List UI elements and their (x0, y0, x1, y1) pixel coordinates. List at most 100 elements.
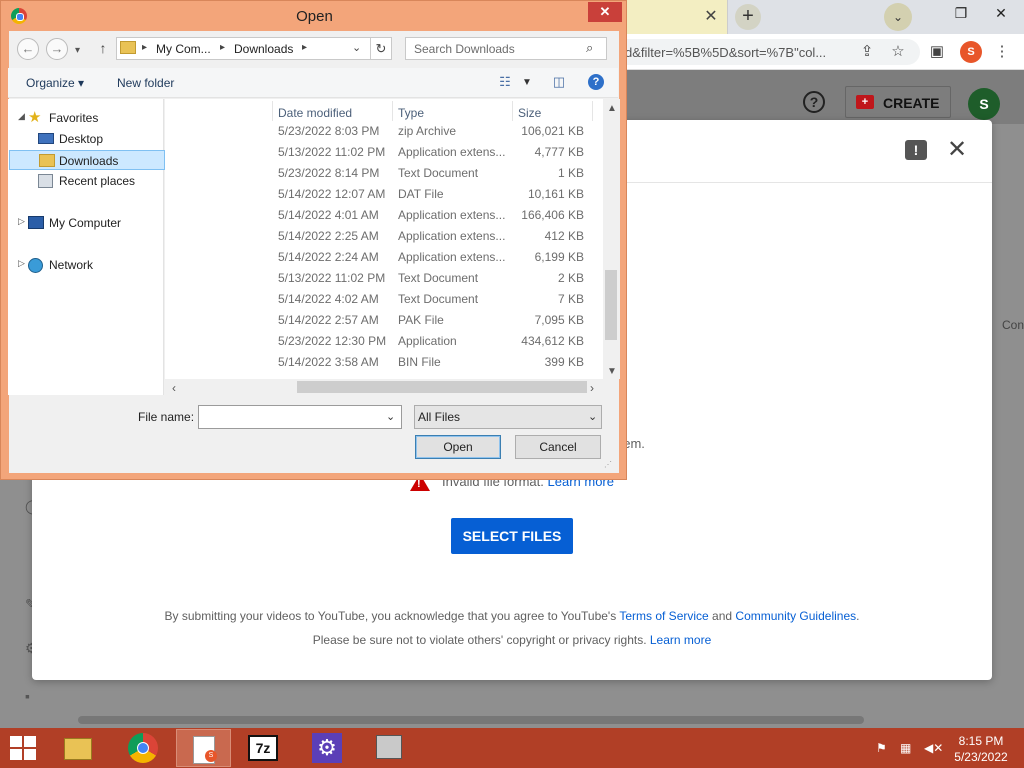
breadcrumb-separator-icon[interactable]: ▸ (220, 42, 225, 53)
channel-avatar[interactable]: S (968, 88, 1000, 120)
file-row[interactable]: 5/14/2022 2:57 AM PAK File 7,095 KB (165, 311, 603, 332)
file-row[interactable]: 5/23/2022 12:30 PM Application 434,612 KB (165, 332, 603, 353)
file-row[interactable]: 5/14/2022 3:58 AM BIN File 714 KB (165, 374, 603, 378)
file-row[interactable]: 5/23/2022 8:14 PM Text Document 1 KB (165, 164, 603, 185)
terms-of-service-link[interactable]: Terms of Service (619, 609, 708, 623)
nav-desktop[interactable]: Desktop (8, 129, 164, 149)
file-name-input[interactable] (198, 405, 402, 429)
address-dropdown-icon[interactable]: ⌄ (352, 41, 361, 54)
column-type[interactable]: Type (398, 106, 424, 120)
new-tab-button[interactable]: + (735, 4, 761, 30)
send-feedback-icon[interactable]: ! (905, 140, 927, 160)
modal-close-icon[interactable]: ✕ (944, 137, 970, 163)
column-divider[interactable] (392, 101, 393, 121)
file-row[interactable]: 5/13/2022 11:02 PM Application extens... 4… (165, 143, 603, 164)
dialog-help-icon[interactable]: ? (588, 74, 604, 90)
close-window-icon[interactable]: ✕ (986, 3, 1016, 23)
tab-search-icon[interactable]: ⌄ (884, 3, 912, 31)
view-options-icon[interactable]: ☷ (496, 74, 514, 90)
taskbar-file-explorer[interactable] (50, 729, 105, 767)
expand-arrow-icon[interactable]: ▷ (18, 258, 25, 269)
taskbar-chrome[interactable] (115, 729, 170, 767)
nav-network[interactable]: ▷ Network (8, 255, 164, 275)
tab-close-icon[interactable]: ✕ (700, 6, 722, 28)
sidebar-feedback-icon[interactable]: ▪ (25, 688, 43, 706)
taskbar-active-document[interactable]: S (176, 729, 231, 767)
preview-pane-icon[interactable]: ◫ (550, 74, 568, 90)
file-row[interactable]: 5/14/2022 12:07 AM DAT File 10,161 KB (165, 185, 603, 206)
column-divider[interactable] (592, 101, 593, 121)
refresh-icon[interactable]: ↻ (370, 38, 391, 59)
file-type-dropdown-icon[interactable]: ⌄ (588, 410, 597, 423)
vertical-scroll-thumb[interactable] (605, 270, 617, 340)
file-type: Application extens... (398, 250, 506, 264)
collapse-arrow-icon[interactable]: ◢ (18, 111, 25, 122)
action-center-flag-icon[interactable]: ⚑ (876, 741, 887, 755)
scroll-right-arrow-icon[interactable]: › (590, 381, 594, 395)
scroll-left-arrow-icon[interactable]: ‹ (172, 381, 176, 395)
file-row[interactable]: 5/14/2022 3:58 AM BIN File 399 KB (165, 353, 603, 374)
restore-window-icon[interactable]: ❐ (946, 3, 976, 23)
file-name-dropdown-icon[interactable]: ⌄ (386, 410, 395, 423)
breadcrumb-separator-icon[interactable]: ▸ (142, 42, 147, 53)
up-arrow-icon[interactable]: ↑ (96, 40, 110, 58)
search-icon[interactable]: ⌕ (586, 40, 593, 56)
profile-avatar[interactable]: S (960, 41, 982, 63)
network-tray-icon[interactable]: ▦ (900, 741, 911, 755)
nav-my-computer[interactable]: ▷ My Computer (8, 213, 164, 233)
scroll-up-arrow-icon[interactable]: ▲ (607, 103, 617, 114)
dialog-close-button[interactable]: ✕ (588, 2, 622, 22)
column-date-modified[interactable]: Date modified (278, 106, 352, 120)
bookmark-star-icon[interactable]: ☆ (887, 41, 909, 63)
file-date-modified: 5/23/2022 8:14 PM (278, 166, 380, 180)
file-row[interactable]: 5/14/2022 4:02 AM Text Document 7 KB (165, 290, 603, 311)
file-row[interactable]: 5/23/2022 8:03 PM zip Archive 106,021 KB (165, 122, 603, 143)
file-row[interactable]: 5/13/2022 11:02 PM Text Document 2 KB (165, 269, 603, 290)
column-size[interactable]: Size (518, 106, 541, 120)
breadcrumb-my-computer[interactable]: My Com... (156, 42, 211, 56)
community-guidelines-link[interactable]: Community Guidelines (735, 609, 856, 623)
nav-downloads[interactable]: Downloads (9, 150, 165, 170)
scroll-down-arrow-icon[interactable]: ▼ (607, 366, 617, 377)
expand-arrow-icon[interactable]: ▷ (18, 216, 25, 227)
open-button[interactable]: Open (415, 435, 501, 459)
breadcrumb-downloads[interactable]: Downloads (234, 42, 293, 56)
page-horizontal-scrollbar[interactable] (78, 716, 864, 724)
column-divider[interactable] (512, 101, 513, 121)
taskbar-7zip[interactable]: 7z (236, 729, 291, 767)
view-dropdown-icon[interactable]: ▼ (518, 77, 536, 93)
organize-menu[interactable]: Organize ▾ (26, 76, 84, 90)
file-row[interactable]: 5/14/2022 4:01 AM Application extens... 16… (165, 206, 603, 227)
back-arrow-icon[interactable]: ← (17, 38, 39, 60)
copyright-learn-more-link[interactable]: Learn more (650, 633, 711, 647)
file-type: BIN File (398, 376, 441, 378)
horizontal-scroll-thumb[interactable] (297, 381, 587, 393)
system-clock[interactable]: 8:15 PM 5/23/2022 (948, 733, 1014, 765)
resize-grip-icon[interactable]: ⋰ (604, 460, 616, 470)
forward-arrow-icon[interactable]: → (46, 38, 68, 60)
organize-label: Organize (26, 76, 75, 90)
legal-line-2: Please be sure not to violate others' co… (32, 633, 992, 647)
share-icon[interactable]: ⇪ (856, 41, 878, 63)
file-type: BIN File (398, 355, 441, 369)
taskbar-computer-app[interactable] (362, 729, 417, 767)
cancel-button[interactable]: Cancel (515, 435, 601, 459)
start-button[interactable] (6, 734, 40, 762)
column-divider[interactable] (272, 101, 273, 121)
taskbar-settings-app[interactable]: ⚙ (300, 729, 355, 767)
address-bar-url[interactable]: d&filter=%5B%5D&sort=%7B"col... (625, 45, 850, 60)
recent-locations-icon[interactable]: ▾ (75, 45, 80, 56)
help-icon[interactable]: ? (803, 91, 825, 113)
nav-recent-places[interactable]: Recent places (8, 171, 164, 191)
browser-menu-icon[interactable]: ⋮ (991, 41, 1013, 63)
side-panel-icon[interactable]: ▣ (926, 41, 948, 63)
file-row[interactable]: 5/14/2022 2:24 AM Application extens... 6,… (165, 248, 603, 269)
nav-favorites[interactable]: ◢ ★ Favorites (8, 108, 164, 128)
new-folder-button[interactable]: New folder (117, 76, 174, 90)
nav-desktop-label: Desktop (59, 132, 104, 146)
volume-muted-icon[interactable]: ◀✕ (924, 741, 943, 755)
desktop-icon (38, 133, 54, 144)
breadcrumb-separator-icon[interactable]: ▸ (302, 42, 307, 53)
file-row[interactable]: 5/14/2022 2:25 AM Application extens... 41… (165, 227, 603, 248)
select-files-button[interactable]: SELECT FILES (451, 518, 573, 554)
